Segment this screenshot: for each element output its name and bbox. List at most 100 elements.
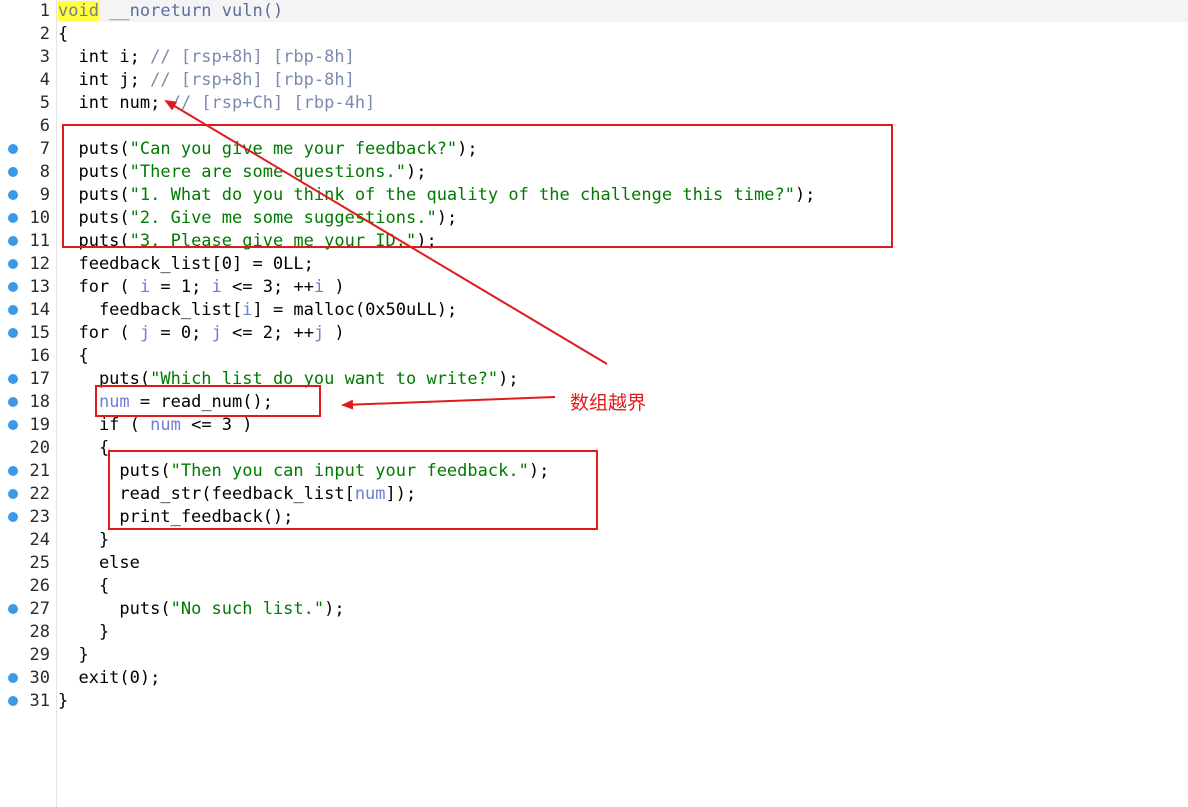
code-token: void — [58, 1, 99, 21]
breakpoint-dot-icon[interactable] — [8, 305, 18, 315]
code-token: puts( — [58, 599, 171, 619]
code-text[interactable]: int i; // [rsp+8h] [rbp-8h] — [58, 46, 354, 69]
code-text[interactable]: else — [58, 552, 140, 575]
code-line[interactable]: 12 feedback_list[0] = 0LL; — [0, 253, 1188, 276]
code-text[interactable]: puts("No such list."); — [58, 598, 344, 621]
code-text[interactable]: feedback_list[0] = 0LL; — [58, 253, 314, 276]
code-line[interactable]: 1 void __noreturn vuln() — [0, 0, 1188, 23]
feedback-block-highlight-box — [108, 450, 598, 530]
code-line[interactable]: 24 } — [0, 529, 1188, 552]
puts-block-highlight-box — [62, 124, 893, 248]
code-text[interactable]: } — [58, 621, 109, 644]
code-line[interactable]: 31} — [0, 690, 1188, 713]
code-text[interactable]: } — [58, 529, 109, 552]
code-token: = 1; — [150, 277, 212, 297]
code-line[interactable]: 27 puts("No such list."); — [0, 598, 1188, 621]
code-token: <= 3; ++ — [221, 277, 314, 297]
code-token: exit(0); — [58, 668, 161, 688]
code-line[interactable]: 5 int num; // [rsp+Ch] [rbp-4h] — [0, 92, 1188, 115]
breakpoint-dot-icon[interactable] — [8, 328, 18, 338]
code-line[interactable]: 4 int j; // [rsp+8h] [rbp-8h] — [0, 69, 1188, 92]
breakpoint-dot-icon[interactable] — [8, 466, 18, 476]
code-text[interactable]: { — [58, 575, 109, 598]
code-token: { — [58, 576, 110, 596]
code-token: int num; — [58, 93, 171, 113]
code-token: num — [150, 415, 181, 435]
line-number: 20 — [29, 438, 50, 458]
line-number: 13 — [29, 277, 50, 297]
code-token: feedback_list[0] = 0LL; — [58, 254, 314, 274]
line-number: 27 — [29, 599, 50, 619]
breakpoint-dot-icon[interactable] — [8, 604, 18, 614]
code-text[interactable]: for ( i = 1; i <= 3; ++i ) — [58, 276, 345, 299]
line-number: 23 — [29, 507, 50, 527]
line-number: 17 — [29, 369, 50, 389]
line-number: 7 — [39, 139, 50, 159]
code-token: else — [58, 553, 140, 573]
breakpoint-dot-icon[interactable] — [8, 190, 18, 200]
code-text[interactable]: int j; // [rsp+8h] [rbp-8h] — [58, 69, 355, 92]
code-line[interactable]: 2{ — [0, 23, 1188, 46]
breakpoint-dot-icon[interactable] — [8, 512, 18, 522]
code-token: ) — [324, 277, 345, 297]
code-token: int i; — [58, 47, 151, 67]
code-token: for ( — [58, 323, 140, 343]
pseudocode-editor[interactable]: 1 void __noreturn vuln() 2{3 int i; // [rs… — [0, 0, 1188, 807]
breakpoint-dot-icon[interactable] — [8, 374, 18, 384]
code-text[interactable]: exit(0); — [58, 667, 160, 690]
code-line[interactable]: 15 for ( j = 0; j <= 2; ++j ) — [0, 322, 1188, 345]
line-number: 24 — [29, 530, 50, 550]
breakpoint-dot-icon[interactable] — [8, 282, 18, 292]
line-number: 9 — [39, 185, 50, 205]
code-token: // [rsp+8h] [rbp-8h] — [150, 70, 355, 90]
code-text[interactable]: for ( j = 0; j <= 2; ++j ) — [58, 322, 345, 345]
line-number: 12 — [29, 254, 50, 274]
code-text[interactable]: feedback_list[i] = malloc(0x50uLL); — [58, 299, 457, 322]
code-token: <= 2; ++ — [221, 323, 314, 343]
breakpoint-dot-icon[interactable] — [8, 213, 18, 223]
code-line[interactable]: 30 exit(0); — [0, 667, 1188, 690]
code-text[interactable]: if ( num <= 3 ) — [58, 414, 253, 437]
code-line[interactable]: 14 feedback_list[i] = malloc(0x50uLL); — [0, 299, 1188, 322]
code-line[interactable]: 16 { — [0, 345, 1188, 368]
code-token: } — [58, 645, 89, 665]
code-text[interactable]: } — [58, 644, 89, 667]
breakpoint-dot-icon[interactable] — [8, 420, 18, 430]
code-line[interactable]: 25 else — [0, 552, 1188, 575]
code-line[interactable]: 29 } — [0, 644, 1188, 667]
code-text[interactable]: int num; // [rsp+Ch] [rbp-4h] — [58, 92, 375, 115]
code-token: feedback_list[ — [58, 300, 243, 320]
code-text[interactable]: void __noreturn vuln() — [58, 0, 283, 23]
code-line[interactable]: 19 if ( num <= 3 ) — [0, 414, 1188, 437]
code-line[interactable]: 26 { — [0, 575, 1188, 598]
code-text[interactable]: } — [58, 690, 68, 713]
code-token: <= 3 ) — [180, 415, 253, 435]
code-token: __noreturn vuln() — [98, 1, 284, 21]
breakpoint-dot-icon[interactable] — [8, 489, 18, 499]
code-text[interactable]: { — [58, 437, 109, 460]
code-token: "No such list." — [170, 599, 325, 619]
breakpoint-dot-icon[interactable] — [8, 673, 18, 683]
breakpoint-dot-icon[interactable] — [8, 259, 18, 269]
breakpoint-dot-icon[interactable] — [8, 696, 18, 706]
breakpoint-dot-icon[interactable] — [8, 167, 18, 177]
breakpoint-dot-icon[interactable] — [8, 397, 18, 407]
code-line[interactable]: 13 for ( i = 1; i <= 3; ++i ) — [0, 276, 1188, 299]
line-number: 22 — [29, 484, 50, 504]
line-number: 30 — [29, 668, 50, 688]
code-token: } — [58, 691, 69, 711]
breakpoint-dot-icon[interactable] — [8, 144, 18, 154]
code-token: = 0; — [150, 323, 212, 343]
breakpoint-dot-icon[interactable] — [8, 236, 18, 246]
code-token: ) — [324, 323, 345, 343]
code-text[interactable]: { — [58, 23, 68, 46]
code-line[interactable]: 28 } — [0, 621, 1188, 644]
code-token: { — [58, 24, 69, 44]
code-token: i — [211, 277, 222, 297]
line-number: 18 — [29, 392, 50, 412]
code-line[interactable]: 3 int i; // [rsp+8h] [rbp-8h] — [0, 46, 1188, 69]
code-text[interactable]: { — [58, 345, 88, 368]
line-number: 5 — [39, 93, 50, 113]
code-token: j — [139, 323, 151, 343]
